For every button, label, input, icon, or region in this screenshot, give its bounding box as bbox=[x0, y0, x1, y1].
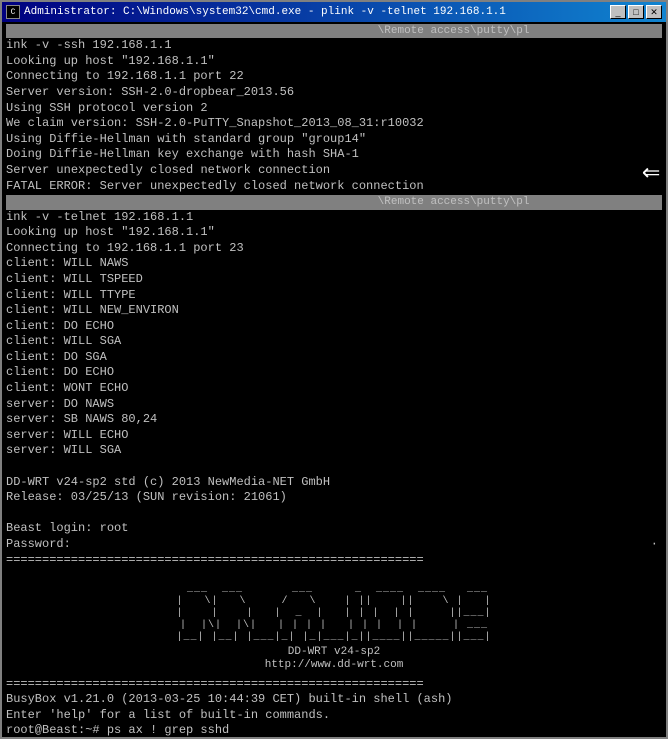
window-icon: C bbox=[6, 5, 20, 19]
section1-header: \Remote access\putty\pl bbox=[6, 24, 662, 38]
arrow-annotation-1: Server unexpectedly closed network conne… bbox=[6, 163, 662, 179]
title-bar: C Administrator: C:\Windows\system32\cmd… bbox=[2, 2, 666, 22]
terminal-line: server: DO NAWS bbox=[6, 397, 662, 413]
terminal-line: Using Diffie-Hellman with standard group… bbox=[6, 132, 662, 148]
terminal-line: server: SB NAWS 80,24 bbox=[6, 412, 662, 428]
terminal-line: client: DO ECHO bbox=[6, 365, 662, 381]
terminal-line bbox=[6, 459, 662, 475]
minimize-button[interactable]: _ bbox=[610, 5, 626, 19]
dd-wrt-logo: ___ ___ ___ _ ____ ____ ___ | \| \ / \ |… bbox=[6, 572, 662, 672]
terminal-line: client: DO ECHO bbox=[6, 319, 662, 335]
logo-ascii: ___ ___ ___ _ ____ ____ ___ | \| \ / \ |… bbox=[6, 572, 662, 644]
terminal-line: client: WILL TSPEED bbox=[6, 272, 662, 288]
title-bar-left: C Administrator: C:\Windows\system32\cmd… bbox=[6, 5, 506, 19]
terminal-line: We claim version: SSH-2.0-PuTTY_Snapshot… bbox=[6, 116, 662, 132]
logo-subtitle-2: http://www.dd-wrt.com bbox=[6, 659, 662, 672]
terminal-line: FATAL ERROR: Server unexpectedly closed … bbox=[6, 179, 662, 195]
terminal-line: Looking up host "192.168.1.1" bbox=[6, 225, 662, 241]
terminal-line: client: DO SGA bbox=[6, 350, 662, 366]
terminal-area[interactable]: \Remote access\putty\pl ink -v -ssh 192.… bbox=[2, 22, 666, 737]
terminal-line: ink -v -telnet 192.168.1.1 bbox=[6, 210, 662, 226]
terminal-line: server: WILL ECHO bbox=[6, 428, 662, 444]
terminal-line: DD-WRT v24-sp2 std (c) 2013 NewMedia-NET… bbox=[6, 475, 662, 491]
terminal-line: Beast login: root bbox=[6, 521, 662, 537]
terminal-line: Connecting to 192.168.1.1 port 23 bbox=[6, 241, 662, 257]
terminal-line: client: WILL TTYPE bbox=[6, 288, 662, 304]
enter-line: Enter 'help' for a list of built-in comm… bbox=[6, 708, 662, 724]
terminal-line: Password: · bbox=[6, 537, 662, 553]
busybox-line: BusyBox v1.21.0 (2013-03-25 10:44:39 CET… bbox=[6, 692, 662, 708]
logo-subtitle-1: DD-WRT v24-sp2 bbox=[6, 646, 662, 659]
terminal-line: client: WILL NAWS bbox=[6, 256, 662, 272]
terminal-line: Release: 03/25/13 (SUN revision: 21061) bbox=[6, 490, 662, 506]
terminal-line: root@Beast:~# ps ax ! grep sshd bbox=[6, 723, 662, 737]
arrow-icon-1: ⇐ bbox=[642, 159, 660, 189]
window-title: Administrator: C:\Windows\system32\cmd.e… bbox=[24, 6, 506, 18]
terminal-line bbox=[6, 506, 662, 522]
equals-separator-2: ========================================… bbox=[6, 677, 662, 693]
server-close-line: Server unexpectedly closed network conne… bbox=[6, 163, 330, 179]
terminal-line: server: WILL SGA bbox=[6, 443, 662, 459]
terminal-line: client: WILL NEW_ENVIRON bbox=[6, 303, 662, 319]
terminal-line: Using SSH protocol version 2 bbox=[6, 101, 662, 117]
equals-separator-1: ========================================… bbox=[6, 553, 662, 569]
terminal-line: client: WILL SGA bbox=[6, 334, 662, 350]
section2-header: \Remote access\putty\pl bbox=[6, 195, 662, 209]
maximize-button[interactable]: □ bbox=[628, 5, 644, 19]
cmd-window: C Administrator: C:\Windows\system32\cmd… bbox=[0, 0, 668, 739]
terminal-line: Looking up host "192.168.1.1" bbox=[6, 54, 662, 70]
close-button[interactable]: ✕ bbox=[646, 5, 662, 19]
terminal-line: Server version: SSH-2.0-dropbear_2013.56 bbox=[6, 85, 662, 101]
title-bar-buttons: _ □ ✕ bbox=[610, 5, 662, 19]
terminal-line: client: WONT ECHO bbox=[6, 381, 662, 397]
terminal-line: ink -v -ssh 192.168.1.1 bbox=[6, 38, 662, 54]
terminal-line: Doing Diffie-Hellman key exchange with h… bbox=[6, 147, 662, 163]
dot-indicator: · bbox=[651, 537, 658, 553]
unexpectedly-text: unexpectedly bbox=[56, 163, 142, 177]
terminal-line: Connecting to 192.168.1.1 port 22 bbox=[6, 69, 662, 85]
